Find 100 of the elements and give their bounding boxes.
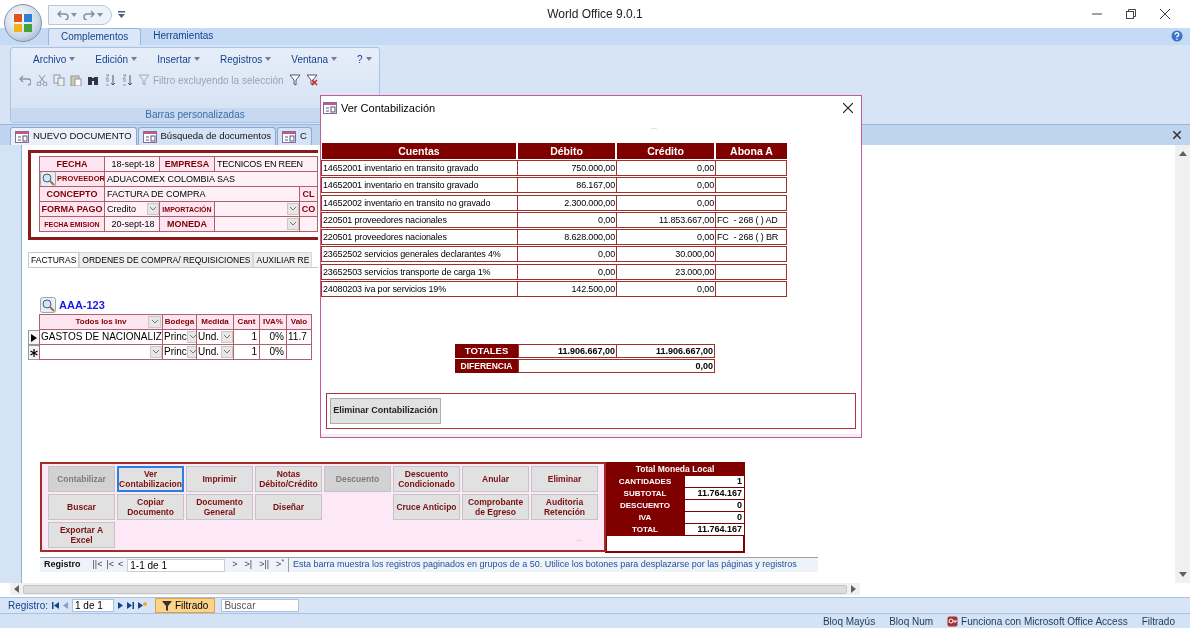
paste-icon[interactable] — [70, 74, 82, 86]
redo-button[interactable] — [83, 9, 103, 20]
action-button[interactable]: Copiar Documento — [117, 494, 184, 520]
totals-label: CANTIDADES — [617, 476, 673, 487]
magnifier-icon[interactable] — [40, 297, 56, 313]
nav-button[interactable]: |< — [106, 558, 115, 572]
position-field[interactable]: 1-1 de 1 — [127, 558, 226, 572]
undo-button[interactable] — [57, 9, 77, 20]
nav-button[interactable]: > — [232, 558, 238, 572]
nav-button[interactable]: < — [118, 558, 124, 572]
menu-button[interactable]: Edición — [95, 51, 138, 67]
column-header: Abona A — [716, 143, 787, 159]
dropdown-field[interactable] — [214, 216, 300, 232]
nav-button[interactable]: >$^{*}$ — [276, 558, 284, 572]
table-cell: 2.300.000,00 — [517, 194, 617, 211]
help-icon[interactable] — [1171, 30, 1183, 42]
action-button[interactable]: Anular — [462, 466, 529, 492]
dropdown-field[interactable]: Princ — [162, 344, 197, 360]
asterisk-icon — [30, 348, 38, 357]
document-tab[interactable]: NUEVO DOCUMENTO — [10, 127, 137, 145]
menu-button[interactable]: Insertar — [157, 51, 201, 67]
close-icon[interactable] — [843, 103, 853, 113]
action-button[interactable]: Cruce Anticipo — [393, 494, 460, 520]
table-cell — [715, 177, 787, 194]
app-menu-button[interactable] — [4, 4, 42, 42]
menu-button[interactable]: Ventana — [291, 51, 338, 67]
customize-toolbar-icon[interactable] — [118, 10, 125, 18]
action-button[interactable]: Eliminar — [531, 466, 598, 492]
delete-posting-button[interactable]: Eliminar Contabilización — [330, 398, 441, 425]
menu-button[interactable]: ? — [357, 51, 372, 67]
action-button[interactable]: Buscar — [48, 494, 115, 520]
table-cell: 0% — [259, 344, 287, 360]
action-button[interactable]: Diseñar — [255, 494, 322, 520]
action-button[interactable]: Descuento Condicionado — [393, 466, 460, 492]
remove-filter-icon[interactable] — [305, 74, 318, 86]
nav-button[interactable]: ||< — [92, 558, 103, 572]
first-record-icon[interactable] — [52, 602, 59, 609]
dropdown-field[interactable] — [39, 344, 163, 360]
position-field[interactable]: 1 de 1 — [72, 599, 114, 612]
caret-icon — [97, 12, 103, 17]
action-button[interactable]: Notas Débito/Crédito — [255, 466, 322, 492]
ribbon-tab[interactable]: Herramientas — [141, 28, 226, 45]
document-tab[interactable]: C — [276, 127, 312, 145]
tab[interactable]: FACTURAS — [28, 252, 80, 267]
dropdown-field[interactable]: Und. — [196, 344, 234, 360]
filter-icon[interactable] — [288, 74, 301, 86]
new-record-icon[interactable] — [138, 602, 147, 609]
down-arrow-icon[interactable] — [1178, 572, 1187, 577]
menu-button[interactable]: Archivo — [33, 51, 76, 67]
action-button[interactable]: Auditoria Retención — [531, 494, 598, 520]
field-value: 20-sept-18 — [104, 216, 160, 232]
filter-icon — [162, 600, 172, 611]
sort-descending-icon[interactable] — [121, 74, 133, 86]
filter-toggle[interactable]: Filtrado — [155, 598, 216, 613]
binoculars-icon[interactable] — [87, 74, 99, 86]
column-header: IVA% — [259, 314, 287, 330]
status-item: Filtrado — [1140, 614, 1176, 628]
close-icon[interactable] — [1160, 9, 1170, 19]
table-cell: 750.000,00 — [517, 160, 617, 176]
dropdown-field[interactable] — [214, 201, 300, 217]
sort-ascending-icon[interactable] — [104, 74, 116, 86]
restore-icon[interactable] — [1126, 9, 1136, 19]
caret-icon — [71, 12, 77, 17]
next-record-icon[interactable] — [118, 602, 123, 609]
horizontal-scrollbar[interactable] — [10, 583, 860, 595]
field-value: 18-sept-18 — [104, 156, 160, 172]
action-button[interactable]: Documento General — [186, 494, 253, 520]
close-icon[interactable] — [1173, 131, 1181, 139]
menu-button[interactable]: Registros — [220, 51, 272, 67]
totals-label: TOTALES — [455, 344, 518, 359]
row-selector[interactable] — [28, 330, 40, 345]
item-code-link[interactable]: AAA-123 — [59, 296, 105, 314]
nav-button[interactable]: >| — [244, 558, 253, 572]
ribbon-tab[interactable]: Complementos — [48, 28, 142, 45]
tab[interactable]: ORDENES DE COMPRA/ REQUISICIONES — [79, 252, 254, 267]
dropdown-field[interactable]: Credito — [104, 201, 160, 217]
scrollbar-thumb[interactable] — [23, 584, 847, 594]
action-button[interactable]: Comprobante de Egreso — [462, 494, 529, 520]
right-arrow-icon[interactable] — [851, 585, 856, 593]
up-arrow-icon[interactable] — [1178, 151, 1187, 156]
search-field[interactable]: Buscar — [221, 599, 300, 612]
action-button[interactable]: Imprimir — [186, 466, 253, 492]
document-tab[interactable]: Búsqueda de documentos — [137, 127, 276, 145]
form-icon — [15, 130, 29, 143]
action-button[interactable]: Ver Contabilizacion — [117, 466, 184, 492]
dropdown-button[interactable] — [148, 316, 161, 328]
tab[interactable]: AUXILIAR RE — [253, 252, 313, 267]
table-cell: 142.500,00 — [517, 281, 617, 298]
chevron-icon — [189, 335, 196, 339]
record-label: Registro: — [8, 599, 48, 613]
field-value: ADUACOMEX COLOMBIA SAS — [104, 171, 318, 187]
chevron-icon — [224, 335, 230, 339]
row-selector[interactable] — [28, 345, 40, 360]
totals-label: SUBTOTAL — [622, 488, 668, 499]
vertical-scrollbar[interactable] — [1175, 145, 1190, 583]
left-arrow-icon[interactable] — [14, 585, 19, 593]
magnifier-icon[interactable] — [40, 172, 56, 186]
last-record-icon[interactable] — [127, 602, 134, 609]
action-button[interactable]: Exportar A Excel — [48, 522, 115, 548]
nav-button[interactable]: >|| — [259, 558, 270, 572]
